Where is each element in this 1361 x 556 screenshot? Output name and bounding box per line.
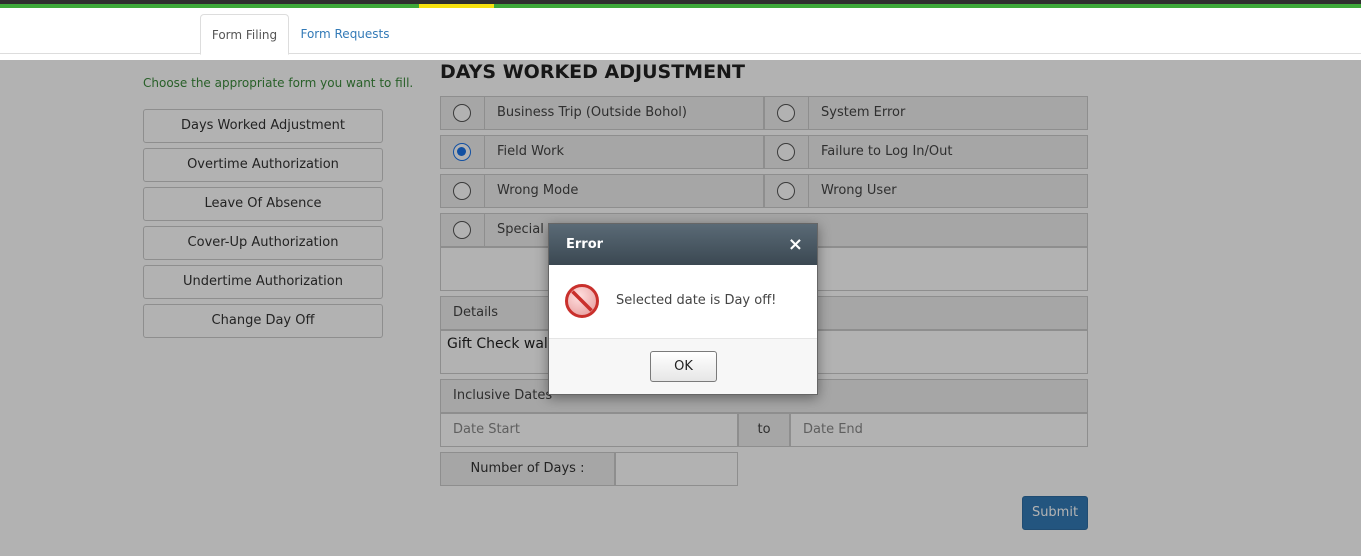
dialog-body: Selected date is Day off! <box>549 265 817 338</box>
ok-button[interactable]: OK <box>650 351 717 382</box>
tab-bar: Form Filing Form Requests <box>0 8 1361 55</box>
dialog-header: Error × <box>549 224 817 265</box>
close-icon[interactable]: × <box>788 224 803 265</box>
stop-icon <box>565 284 599 318</box>
error-dialog: Error × Selected date is Day off! OK <box>548 223 818 395</box>
dialog-footer: OK <box>549 338 817 394</box>
dialog-message: Selected date is Day off! <box>616 293 777 308</box>
tab-form-filing[interactable]: Form Filing <box>200 14 289 55</box>
dialog-title: Error <box>566 237 604 252</box>
tab-form-requests[interactable]: Form Requests <box>296 14 394 55</box>
